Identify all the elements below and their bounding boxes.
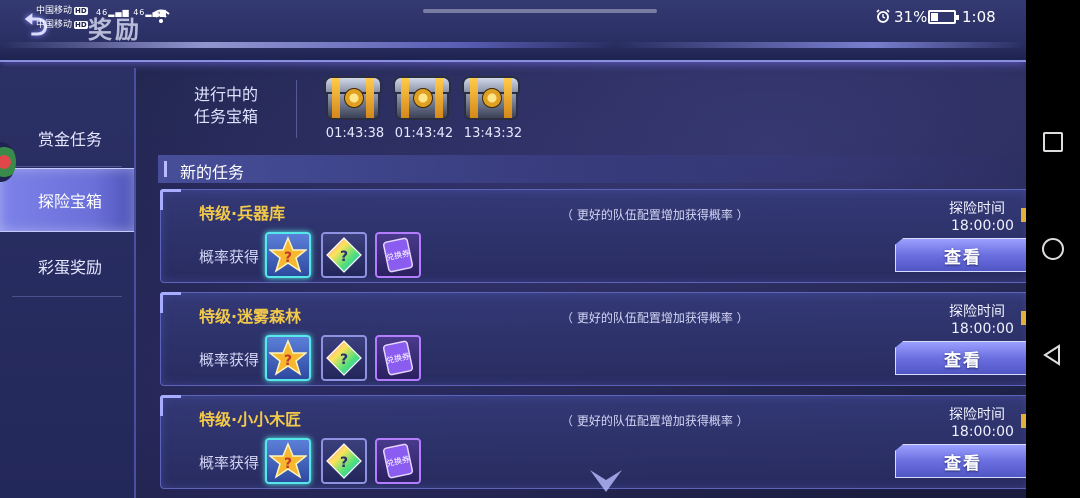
alarm-icon — [876, 9, 890, 23]
svg-text:?: ? — [340, 455, 348, 471]
treasure-chest-icon[interactable] — [322, 72, 384, 128]
view-button[interactable]: 查看 — [895, 444, 1026, 478]
task-duration: 18:00:00 — [951, 218, 1014, 234]
status-bar: 中国移动 HD 中国移动 HD 46▂▄▆ 46▂▄▆ 31% 1:08 — [0, 0, 1026, 34]
gem-mystery-icon[interactable]: ? — [321, 335, 367, 381]
task-hint: （ 更好的队伍配置增加获得概率 ） — [561, 208, 749, 222]
back-triangle-icon[interactable] — [1041, 343, 1065, 367]
task-hint: （ 更好的队伍配置增加获得概率 ） — [561, 414, 749, 428]
task-duration: 18:00:00 — [951, 424, 1014, 440]
task-hint: （ 更好的队伍配置增加获得概率 ） — [561, 311, 749, 325]
view-button[interactable]: 查看 — [895, 238, 1026, 272]
home-icon[interactable] — [1042, 238, 1064, 260]
section-title: 新的任务 — [180, 163, 245, 182]
chest-lock — [344, 88, 364, 108]
task-time-label: 探险时间 — [949, 201, 1005, 217]
chest-lock — [482, 88, 502, 108]
treasure-chest-icon[interactable] — [391, 72, 453, 128]
sidebar-item-easter-egg[interactable]: 彩蛋奖励 — [0, 234, 134, 298]
ongoing-chests-label: 进行中的 任务宝箱 — [194, 84, 258, 128]
system-nav-bar — [1026, 0, 1080, 498]
chest-timer: 13:43:32 — [463, 126, 523, 141]
task-card: 特级·兵器库 （ 更好的队伍配置增加获得概率 ） 探险时间 18:00:00 概… — [160, 189, 1026, 283]
probability-label: 概率获得 — [199, 248, 260, 266]
star-mystery-icon[interactable]: ? — [265, 438, 311, 484]
chest-band — [504, 78, 512, 118]
gem-mystery-icon[interactable]: ? — [321, 232, 367, 278]
task-name: 特级·兵器库 — [199, 204, 286, 223]
header-stripe — [0, 42, 1026, 48]
battery-percent: 31% — [894, 8, 928, 26]
recent-apps-icon[interactable] — [1043, 132, 1063, 152]
task-name: 特级·迷雾森林 — [199, 307, 302, 326]
divider — [296, 80, 297, 138]
svg-text:?: ? — [340, 352, 348, 368]
sidebar-item-bounty[interactable]: 赏金任务 — [0, 106, 134, 170]
ticket-icon[interactable]: 兑换券 — [375, 232, 421, 278]
star-mystery-icon[interactable]: ? — [265, 335, 311, 381]
chest-lock — [413, 88, 433, 108]
scroll-down-icon[interactable] — [586, 466, 626, 496]
clock: 1:08 — [962, 8, 996, 26]
gem-mystery-icon[interactable]: ? — [321, 438, 367, 484]
ticket-icon[interactable]: 兑换券 — [375, 438, 421, 484]
gesture-bar — [423, 9, 657, 13]
sidebar-divider — [12, 296, 122, 297]
carrier-label: 中国移动 HD — [36, 20, 88, 30]
task-card: 特级·迷雾森林 （ 更好的队伍配置增加获得概率 ） 探险时间 18:00:00 … — [160, 292, 1026, 386]
new-tasks-header: 新的任务 — [158, 155, 1026, 183]
wifi-icon — [152, 9, 170, 23]
ticket-icon[interactable]: 兑换券 — [375, 335, 421, 381]
sidebar: 赏金任务 探险宝箱 彩蛋奖励 — [0, 68, 136, 498]
chest-band — [435, 78, 443, 118]
ongoing-label-line: 任务宝箱 — [194, 107, 259, 126]
task-time-label: 探险时间 — [949, 304, 1005, 320]
battery-level — [931, 13, 938, 21]
svg-text:?: ? — [340, 249, 348, 265]
svg-text:?: ? — [284, 250, 292, 266]
treasure-chest-icon[interactable] — [460, 72, 522, 128]
chest-timer: 01:43:38 — [325, 126, 385, 141]
ongoing-label-line: 进行中的 — [194, 85, 259, 104]
battery-icon — [928, 10, 959, 24]
sidebar-divider — [12, 166, 122, 167]
game-screen: ⮌ 奖励 中国移动 HD 中国移动 HD 46▂▄▆ 46▂▄▆ 31% 1:08 … — [0, 0, 1026, 498]
svg-text:?: ? — [284, 353, 292, 369]
svg-text:?: ? — [284, 456, 292, 472]
task-time-label: 探险时间 — [949, 407, 1005, 423]
probability-label: 概率获得 — [199, 454, 260, 472]
chest-band — [332, 78, 340, 118]
section-accent — [164, 161, 167, 177]
chest-timer: 01:43:42 — [394, 126, 454, 141]
view-button[interactable]: 查看 — [895, 341, 1026, 375]
sidebar-item-chest[interactable]: 探险宝箱 — [0, 168, 134, 232]
chest-band — [470, 78, 478, 118]
task-name: 特级·小小木匠 — [199, 410, 302, 429]
probability-label: 概率获得 — [199, 351, 260, 369]
task-duration: 18:00:00 — [951, 321, 1014, 337]
chest-band — [366, 78, 374, 118]
chest-band — [401, 78, 409, 118]
carrier-label: 中国移动 HD — [36, 6, 88, 16]
star-mystery-icon[interactable]: ? — [265, 232, 311, 278]
